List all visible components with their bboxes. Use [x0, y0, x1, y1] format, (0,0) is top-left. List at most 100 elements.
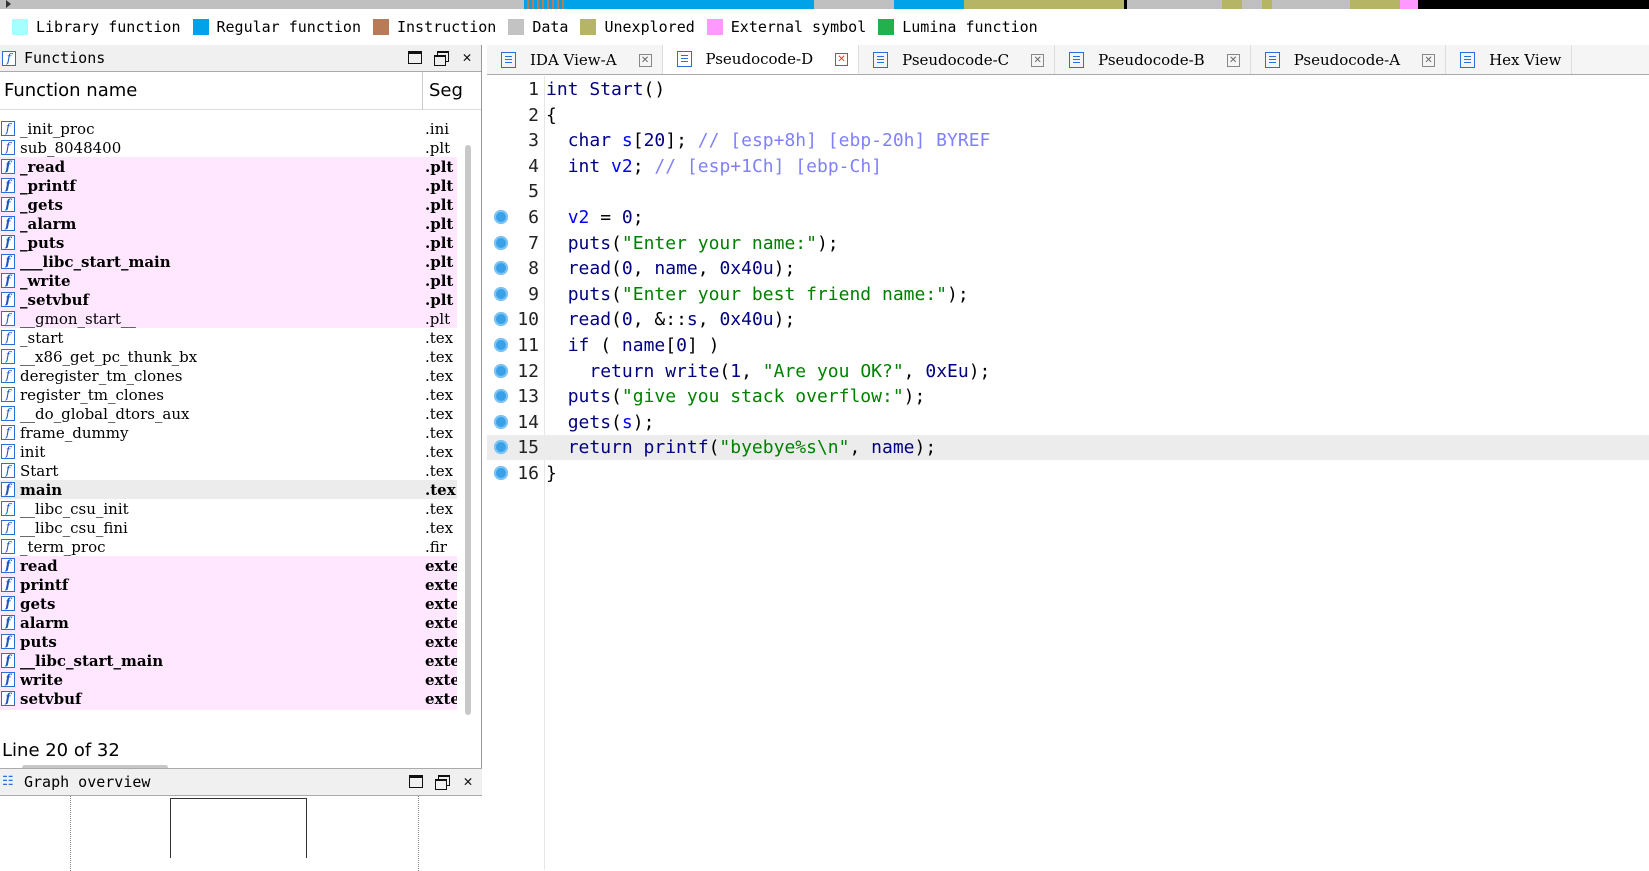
- code-line[interactable]: 5: [487, 179, 1649, 204]
- breakpoint-dot-icon[interactable]: [494, 286, 508, 301]
- function-row[interactable]: f _init_proc .ini: [0, 119, 457, 138]
- breakpoint-dot-icon[interactable]: [494, 235, 508, 250]
- function-row[interactable]: f write exte: [0, 670, 457, 689]
- code-text: int Start(): [546, 77, 665, 102]
- function-row[interactable]: f __libc_csu_fini .tex: [0, 518, 457, 537]
- graph-viewport-box[interactable]: [170, 798, 307, 858]
- functions-vertical-scrollbar[interactable]: [465, 145, 471, 715]
- function-row[interactable]: f _start .tex: [0, 328, 457, 347]
- function-row[interactable]: f alarm exte: [0, 613, 457, 632]
- code-token: );: [632, 411, 655, 433]
- code-line[interactable]: 14 gets(s);: [487, 410, 1649, 435]
- function-row[interactable]: f main .tex: [0, 480, 457, 499]
- navigation-band[interactable]: [0, 0, 1649, 9]
- function-row[interactable]: f _printf .plt: [0, 176, 457, 195]
- function-name: _term_proc: [20, 537, 106, 556]
- function-row[interactable]: f _setvbuf .plt: [0, 290, 457, 309]
- function-row[interactable]: f frame_dummy .tex: [0, 423, 457, 442]
- function-segment: .tex: [425, 366, 454, 385]
- breakpoint-dot-icon[interactable]: [494, 312, 508, 327]
- code-token: return: [589, 360, 666, 382]
- maximize-button[interactable]: [407, 48, 423, 66]
- code-line[interactable]: 7 puts("Enter your name:");: [487, 231, 1649, 256]
- code-line[interactable]: 6 v2 = 0;: [487, 205, 1649, 230]
- function-row[interactable]: f__imp___gmon_start__exte: [0, 708, 457, 710]
- function-name: _alarm: [20, 214, 77, 233]
- function-row[interactable]: f _puts .plt: [0, 233, 457, 252]
- function-row[interactable]: f __gmon_start__ .plt: [0, 309, 457, 328]
- code-line[interactable]: 13 puts("give you stack overflow:");: [487, 384, 1649, 409]
- functions-list[interactable]: f _init_proc .ini f sub_8048400 .plt f _read .pl…: [0, 119, 457, 710]
- breakpoint-dot-icon[interactable]: [494, 389, 508, 404]
- code-line[interactable]: 1 int Start(): [487, 77, 1649, 102]
- function-row[interactable]: f gets exte: [0, 594, 457, 613]
- function-row[interactable]: f __libc_start_main exte: [0, 651, 457, 670]
- function-row[interactable]: f ___libc_start_main .plt: [0, 252, 457, 271]
- code-line[interactable]: 4 int v2; // [esp+1Ch] [ebp-Ch]: [487, 154, 1649, 179]
- functions-table-header: Function name Seg: [0, 72, 481, 110]
- function-row[interactable]: f init .tex: [0, 442, 457, 461]
- function-icon: f: [1, 558, 15, 573]
- function-row[interactable]: f _gets .plt: [0, 195, 457, 214]
- function-row[interactable]: f register_tm_clones .tex: [0, 385, 457, 404]
- function-row[interactable]: f printf exte: [0, 575, 457, 594]
- breakpoint-dot-icon[interactable]: [494, 363, 508, 378]
- tab-close-icon[interactable]: ✕: [835, 52, 849, 66]
- graph-maximize-button[interactable]: [408, 772, 424, 790]
- code-line[interactable]: 9 puts("Enter your best friend name:");: [487, 282, 1649, 307]
- code-line[interactable]: 10 read(0, &::s, 0x40u);: [487, 307, 1649, 332]
- function-row[interactable]: f puts exte: [0, 632, 457, 651]
- code-line[interactable]: 15 return printf("byebye%s\n", name);: [487, 435, 1649, 461]
- function-row[interactable]: f deregister_tm_clones .tex: [0, 366, 457, 385]
- breakpoint-dot-icon[interactable]: [494, 261, 508, 276]
- code-line[interactable]: 16}: [487, 461, 1649, 486]
- navband-arrow-icon[interactable]: [6, 0, 11, 8]
- code-line[interactable]: 3 char s[20]; // [esp+8h] [ebp-20h] BYRE…: [487, 128, 1649, 153]
- breakpoint-dot-icon[interactable]: [494, 414, 508, 429]
- tab-hex-view[interactable]: Hex View: [1446, 45, 1573, 74]
- function-row[interactable]: f Start .tex: [0, 461, 457, 480]
- code-line[interactable]: 2{: [487, 103, 1649, 128]
- code-line[interactable]: 12 return write(1, "Are you OK?", 0xEu);: [487, 359, 1649, 384]
- tab-pseudocode-c[interactable]: Pseudocode-C ✕: [859, 45, 1056, 74]
- code-line[interactable]: 11 if ( name[0] ): [487, 333, 1649, 358]
- graph-overview-canvas[interactable]: [0, 796, 482, 871]
- function-row[interactable]: f _alarm .plt: [0, 214, 457, 233]
- line-number: 10: [517, 309, 539, 331]
- tab-close-icon[interactable]: ✕: [1226, 53, 1240, 67]
- breakpoint-dot-icon[interactable]: [494, 338, 508, 352]
- column-header-function-name[interactable]: Function name: [4, 80, 424, 101]
- close-button[interactable]: ✕: [459, 48, 475, 66]
- breakpoint-dot-icon[interactable]: [494, 466, 508, 480]
- function-row[interactable]: f read exte: [0, 556, 457, 575]
- function-row[interactable]: f _read .plt: [0, 157, 457, 176]
- function-row[interactable]: f sub_8048400 .plt: [0, 138, 457, 157]
- legend-swatch: [373, 19, 389, 35]
- graph-close-button[interactable]: ✕: [460, 772, 476, 790]
- column-header-segment[interactable]: Seg: [422, 72, 462, 110]
- function-row[interactable]: f __do_global_dtors_aux .tex: [0, 404, 457, 423]
- code-token: gets: [567, 411, 612, 433]
- tab-ida-view-a[interactable]: IDA View-A ✕: [487, 45, 663, 74]
- restore-button[interactable]: [433, 48, 449, 66]
- graph-panel-titlebar[interactable]: ☷ Graph overview ✕: [0, 769, 482, 796]
- tab-pseudocode-d[interactable]: Pseudocode-D ✕: [662, 45, 860, 74]
- code-line[interactable]: 8 read(0, name, 0x40u);: [487, 256, 1649, 281]
- function-row[interactable]: f __x86_get_pc_thunk_bx .tex: [0, 347, 457, 366]
- pseudocode-view[interactable]: 1 int Start() 2{3 char s[20]; // [esp+8h] …: [487, 76, 1649, 870]
- tab-close-icon[interactable]: ✕: [1422, 53, 1436, 67]
- tab-pseudocode-a[interactable]: Pseudocode-A ✕: [1251, 45, 1447, 74]
- function-row[interactable]: f _term_proc .fir: [0, 537, 457, 556]
- legend-swatch: [878, 19, 895, 35]
- breakpoint-dot-icon[interactable]: [494, 440, 508, 455]
- function-row[interactable]: f _write .plt: [0, 271, 457, 290]
- functions-panel-titlebar[interactable]: f Functions ✕: [0, 45, 481, 72]
- code-token: name: [621, 335, 666, 356]
- breakpoint-dot-icon[interactable]: [494, 210, 508, 224]
- tab-pseudocode-b[interactable]: Pseudocode-B ✕: [1055, 45, 1251, 74]
- tab-close-icon[interactable]: ✕: [638, 53, 652, 67]
- function-row[interactable]: f setvbuf exte: [0, 689, 457, 708]
- function-row[interactable]: f __libc_csu_init .tex: [0, 499, 457, 518]
- graph-restore-button[interactable]: [434, 772, 450, 790]
- tab-close-icon[interactable]: ✕: [1031, 53, 1045, 67]
